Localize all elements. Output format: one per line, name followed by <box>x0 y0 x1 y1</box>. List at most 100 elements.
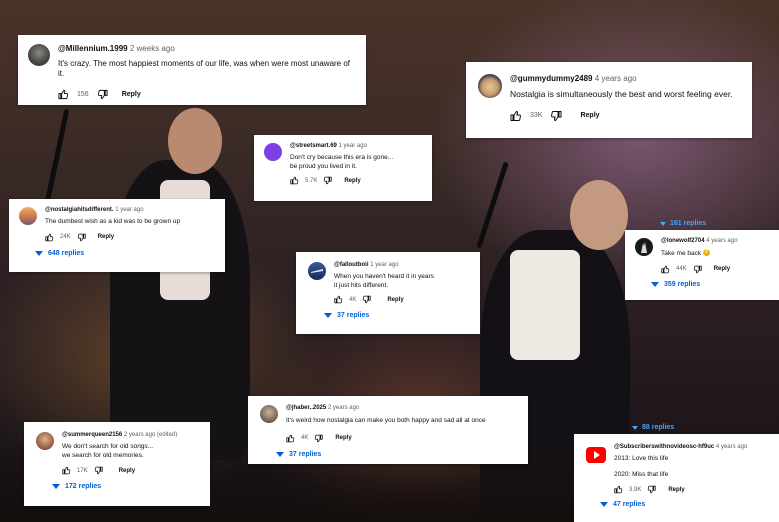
chevron-down-icon <box>276 451 284 457</box>
thumbs-down-icon[interactable] <box>323 176 332 185</box>
purple-circle-avatar[interactable] <box>264 143 282 161</box>
like-count: 3.9K <box>629 486 642 493</box>
comment-timestamp[interactable]: 2 years ago (edited) <box>124 432 177 438</box>
dancer-right-head <box>570 180 628 250</box>
cartoon-face-avatar[interactable] <box>478 74 502 98</box>
comment-author[interactable]: @streetsmart.69 <box>290 143 337 149</box>
like-count: 4K <box>301 435 309 442</box>
comment-card-lonewolf: @lonewolf2704 4 years ago Take me back 😔… <box>625 230 779 300</box>
comment-text: Nostalgia is simultaneously the best and… <box>510 88 733 99</box>
view-replies-link[interactable]: 47 replies <box>600 501 747 508</box>
comment-text: 2013: Love this life 2020: Miss that lif… <box>614 455 669 478</box>
woman-portrait-avatar[interactable] <box>36 432 54 450</box>
thumbs-up-icon[interactable] <box>334 295 343 304</box>
like-count: 156 <box>77 91 89 99</box>
comment-text: It's crazy. The most happiest moments of… <box>58 58 351 78</box>
comment-author[interactable]: @gummydummy2489 <box>510 74 593 83</box>
reply-button[interactable]: Reply <box>335 435 351 441</box>
comment-timestamp[interactable]: 1 year ago <box>370 262 398 268</box>
reply-button[interactable]: Reply <box>668 487 684 493</box>
comment-card-streetsmart: @streetsmart.69 1 year ago Don't cry bec… <box>254 135 432 201</box>
replies-link-fragment-161[interactable]: 161 replies <box>660 220 706 227</box>
comment-author[interactable]: @Subscriberswithnovideosc-hf9uc <box>614 444 714 450</box>
cane-right <box>476 161 509 249</box>
wolf-silhouette-avatar[interactable] <box>635 238 653 256</box>
comment-author[interactable]: @Millennium.1999 <box>58 44 128 53</box>
youtube-logo-avatar[interactable] <box>586 447 606 463</box>
comment-card-jhaber: @jhaber..2025 2 years ago It's weird how… <box>248 396 528 464</box>
comment-timestamp[interactable]: 2 years ago <box>328 405 359 411</box>
thumbs-up-icon[interactable] <box>661 265 670 274</box>
thumbs-down-icon[interactable] <box>77 233 86 242</box>
chevron-down-icon <box>660 221 666 226</box>
comment-timestamp[interactable]: 2 weeks ago <box>130 44 175 53</box>
comment-card-summer: @summerqueen2156 2 years ago (edited) We… <box>24 422 210 506</box>
chevron-down-icon <box>600 502 608 508</box>
reply-button[interactable]: Reply <box>580 112 599 119</box>
comment-text: The dumbest wish as a kid was to be grow… <box>45 218 181 226</box>
thumbs-up-icon[interactable] <box>290 176 299 185</box>
comment-timestamp[interactable]: 1 year ago <box>339 143 367 149</box>
thumbs-down-icon[interactable] <box>647 485 656 494</box>
view-replies-link[interactable]: 172 replies <box>52 483 177 490</box>
like-count: 5.7K <box>305 177 318 184</box>
play-icon <box>594 451 600 459</box>
thumbs-down-icon[interactable] <box>693 265 702 274</box>
comment-timestamp[interactable]: 4 years ago <box>716 444 747 450</box>
view-replies-link[interactable]: 359 replies <box>651 281 738 288</box>
replies-link-fragment-88[interactable]: 88 replies <box>632 424 674 431</box>
sunset-avatar[interactable] <box>19 207 37 225</box>
view-replies-link[interactable]: 648 replies <box>35 250 180 257</box>
thumbs-up-icon[interactable] <box>614 485 623 494</box>
thumbs-down-icon[interactable] <box>314 434 323 443</box>
thumbs-up-icon[interactable] <box>62 466 71 475</box>
comment-text: When you haven't heard it in years it ju… <box>334 273 434 289</box>
chevron-down-icon <box>651 281 659 287</box>
thumbs-up-icon[interactable] <box>510 110 522 122</box>
reply-button[interactable]: Reply <box>714 266 730 272</box>
reply-button[interactable]: Reply <box>122 91 141 98</box>
comment-card-gummy: @gummydummy2489 4 years ago Nostalgia is… <box>466 62 752 138</box>
reply-button[interactable]: Reply <box>98 234 114 240</box>
comment-author[interactable]: @jhaber..2025 <box>286 405 326 411</box>
view-replies-link[interactable]: 37 replies <box>324 312 434 319</box>
thumbs-up-icon[interactable] <box>58 89 69 100</box>
comment-author[interactable]: @lonewolf2704 <box>661 238 705 244</box>
thumbs-down-icon[interactable] <box>550 110 562 122</box>
comment-author[interactable]: @nostalgiahitsdifferent. <box>45 207 114 213</box>
comment-author[interactable]: @summerqueen2156 <box>62 432 122 438</box>
comment-timestamp[interactable]: 1 year ago <box>115 207 143 213</box>
comment-card-subscribers: @Subscriberswithnovideosc-hf9uc 4 years … <box>574 434 779 522</box>
plane-sky-avatar[interactable] <box>308 262 326 280</box>
chevron-down-icon <box>52 484 60 490</box>
comment-timestamp[interactable]: 4 years ago <box>595 74 637 83</box>
person-photo-avatar[interactable] <box>260 405 278 423</box>
reply-button[interactable]: Reply <box>344 178 360 184</box>
thumbs-up-icon[interactable] <box>45 233 54 242</box>
like-count: 44K <box>676 266 687 273</box>
comment-text: It's weird how nostalgia can make you bo… <box>286 417 486 425</box>
thumbs-down-icon[interactable] <box>362 295 371 304</box>
chevron-down-icon <box>324 313 332 319</box>
thumbs-down-icon[interactable] <box>97 89 108 100</box>
reply-button[interactable]: Reply <box>119 468 135 474</box>
like-count: 4K <box>349 296 357 303</box>
comment-author[interactable]: @falloutboii <box>334 262 369 268</box>
plane-icon <box>311 269 323 273</box>
comment-text: Take me back 😔 <box>661 250 712 258</box>
reply-button[interactable]: Reply <box>387 297 403 303</box>
vintage-portrait-avatar[interactable] <box>28 44 50 66</box>
comment-card-nostalgia: @nostalgiahitsdifferent. 1 year ago The … <box>9 199 225 272</box>
thumbs-down-icon[interactable] <box>94 466 103 475</box>
like-count: 24K <box>60 234 71 241</box>
thumbs-up-icon[interactable] <box>286 434 295 443</box>
comment-timestamp[interactable]: 4 years ago <box>706 238 737 244</box>
wolf-icon <box>641 242 647 253</box>
comment-text: We don't search for old songs... we sear… <box>62 443 154 459</box>
view-replies-link[interactable]: 37 replies <box>276 451 486 458</box>
chevron-down-icon <box>35 250 43 256</box>
like-count: 17K <box>77 467 88 474</box>
dancer-left-head <box>168 108 222 174</box>
comment-text: Don't cry because this era is gone... be… <box>290 154 394 170</box>
dancer-right-shirt <box>510 250 580 360</box>
